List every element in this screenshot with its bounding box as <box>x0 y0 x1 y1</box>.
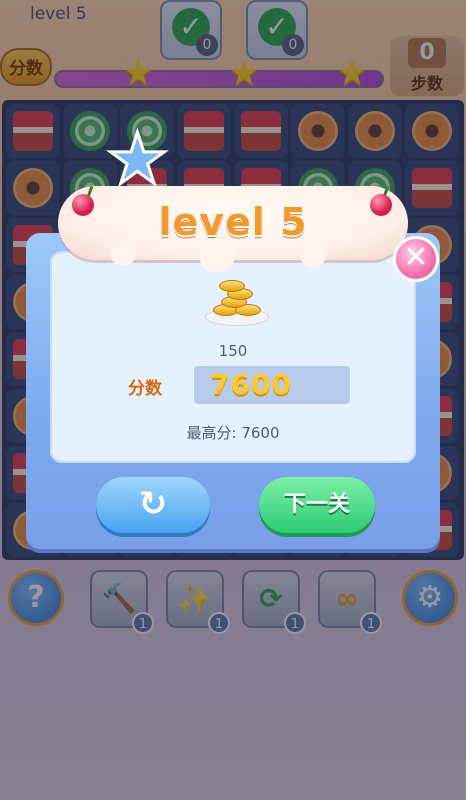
coin-reward: 150 <box>218 342 248 360</box>
cream-drip <box>200 250 234 272</box>
star-icon: ★ <box>105 118 171 200</box>
best-score: 最高分: 7600 <box>186 424 280 442</box>
retry-button[interactable]: ↻ <box>96 477 210 533</box>
next-level-label: 下一关 <box>283 492 350 517</box>
score-label: 分数 <box>128 379 162 399</box>
score-display: 7600 <box>194 366 350 404</box>
coins-icon <box>205 280 269 330</box>
refresh-icon: ↻ <box>138 484 168 524</box>
close-icon: ✕ <box>403 240 429 275</box>
next-level-button[interactable]: 下一关 <box>259 477 375 533</box>
close-button[interactable]: ✕ <box>393 236 439 282</box>
score-value: 7600 <box>210 368 292 401</box>
coin <box>219 280 245 292</box>
dialog-title: level 5 <box>158 200 308 244</box>
